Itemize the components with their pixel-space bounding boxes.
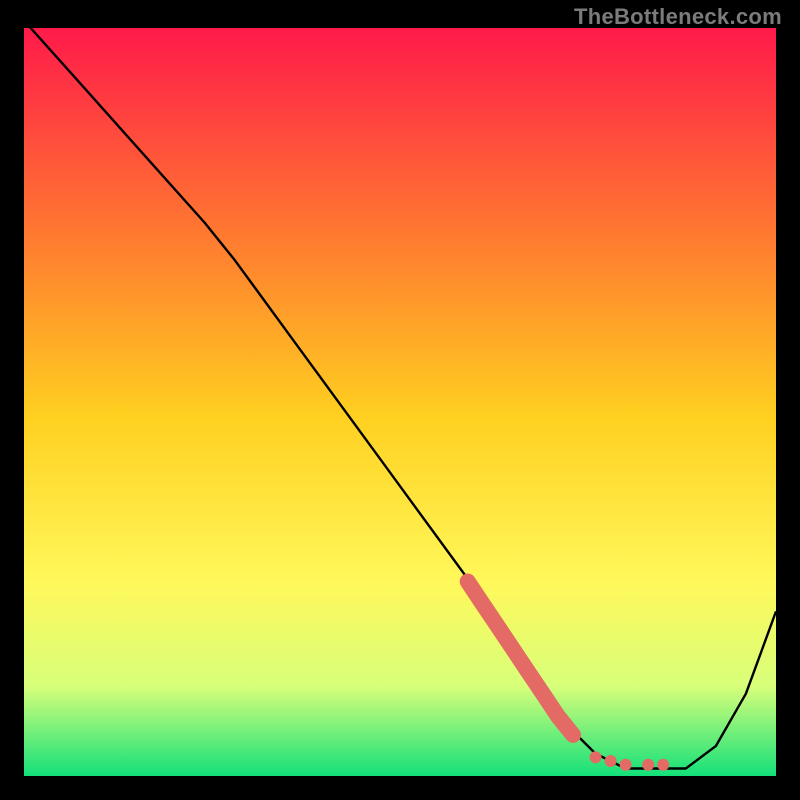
gradient-background — [24, 28, 776, 776]
valley-dot — [605, 755, 617, 767]
valley-dot — [590, 751, 602, 763]
chart-svg — [24, 28, 776, 776]
plot-area — [24, 28, 776, 776]
watermark-text: TheBottleneck.com — [574, 4, 782, 30]
valley-dot — [657, 759, 669, 771]
valley-dot — [620, 759, 632, 771]
valley-dot — [642, 759, 654, 771]
